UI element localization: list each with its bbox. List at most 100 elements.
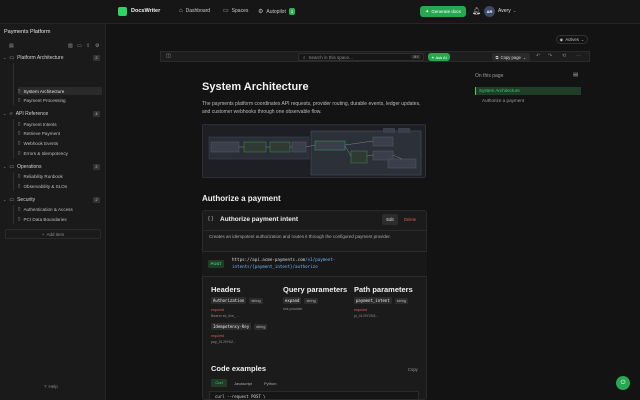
section-heading: Authorize a payment: [202, 194, 281, 203]
toc-item-authorize-payment[interactable]: Authorize a payment: [482, 98, 524, 103]
page-icon: ▯: [18, 88, 21, 93]
sidebar-item-label: PCI Data Boundaries: [23, 216, 67, 222]
generate-docs-button[interactable]: ✦ Generate docs: [420, 6, 466, 17]
sidebar-item-label: Retrieve Payment: [23, 130, 60, 136]
actives-dropdown[interactable]: ◉ Actives ⌄: [556, 35, 588, 44]
chevron-down-icon: ⌄: [3, 163, 7, 169]
sidebar-item-system-architecture[interactable]: ▯ System Architecture: [18, 87, 102, 95]
sidebar-item-payment-processing[interactable]: ▯ Payment Processing: [18, 96, 102, 104]
bell-icon[interactable]: 🔔︎: [472, 7, 481, 15]
nav-dashboard[interactable]: ⌂ Dashboard: [179, 8, 210, 14]
param-expand: expand string: [283, 297, 318, 304]
code-icon: ‹›: [9, 110, 13, 117]
sidebar-toggle-icon[interactable]: ◫: [166, 53, 171, 59]
toc-collapse-icon[interactable]: ▤: [573, 72, 578, 78]
sparkle-icon: ✦: [425, 8, 430, 15]
help-icon: ?: [44, 384, 47, 389]
more-icon[interactable]: ⋯: [576, 53, 581, 59]
user-name[interactable]: Avery: [498, 8, 511, 14]
diagram-node: [210, 141, 240, 153]
upload-icon[interactable]: ⇪: [86, 43, 90, 49]
sidebar-group-label: API Reference: [15, 110, 49, 117]
copy-code-button[interactable]: Copy: [408, 367, 418, 372]
edit-button[interactable]: Edit: [382, 214, 398, 225]
history-icon[interactable]: ⟲: [562, 53, 566, 59]
chevron-down-icon: ⌄: [3, 196, 7, 202]
sidebar-group-count: 2: [93, 196, 100, 203]
diagram-svg: [208, 128, 422, 176]
braces-icon: { }: [208, 216, 214, 222]
param-name: Authorization: [211, 297, 247, 304]
sidebar-item-pci-data-boundaries[interactable]: ▯ PCI Data Boundaries: [18, 215, 102, 223]
code-tab-python[interactable]: Python: [264, 381, 276, 386]
page-icon: ▯: [18, 97, 21, 102]
page-icon: ▯: [18, 140, 21, 145]
redo-icon[interactable]: ↷: [548, 53, 552, 59]
sidebar-item-label: Payment Processing: [23, 97, 66, 103]
search-placeholder: Search in this space...: [308, 54, 353, 60]
folder-icon: ▭: [9, 163, 15, 170]
ask-ai-label: Ask AI: [435, 54, 447, 60]
code-line: curl --request POST \: [215, 394, 266, 399]
help-link[interactable]: ? Help: [44, 384, 58, 389]
sidebar-group-label: Security: [17, 196, 36, 203]
sidebar-item-webhook-events[interactable]: ▯ Webhook Events: [18, 139, 102, 147]
avatar[interactable]: AR: [484, 6, 495, 17]
sidebar-group-label: Platform Architecture: [17, 54, 64, 61]
param-name: Idempotency-Key: [211, 323, 252, 330]
sidebar-item-payment-intents[interactable]: ▯ Payment Intents: [18, 120, 102, 128]
sidebar-item-reliability-runbook[interactable]: ▯ Reliability Runbook: [18, 172, 102, 180]
sidebar-item-label: Reliability Runbook: [23, 173, 63, 179]
sidebar-group-count: 2: [93, 163, 100, 170]
endpoint-title: Authorize payment intent: [220, 216, 299, 223]
delete-button[interactable]: Delete: [404, 217, 416, 222]
sidebar-item-observability-slos[interactable]: ▯ Observability & SLOs: [18, 182, 102, 190]
endpoint-url: https://api.acme-payments.com/v1/payment…: [232, 257, 362, 270]
new-page-icon[interactable]: ▧: [68, 43, 73, 49]
toc-title: On this page: [475, 73, 504, 79]
add-item-button[interactable]: + Add item: [5, 229, 101, 239]
sidebar-group-security[interactable]: ⌄ ▭ Security 2: [3, 195, 103, 204]
copy-page-button[interactable]: ⧉ Copy page ⌄: [492, 53, 530, 61]
tree-line: [13, 119, 14, 159]
diagram-node: [387, 158, 417, 169]
undo-icon[interactable]: ↶: [536, 53, 540, 59]
sidebar-group-api-reference[interactable]: ⌄ ‹› API Reference 4: [3, 109, 103, 118]
nav-dashboard-label: Dashboard: [185, 8, 211, 14]
search-input[interactable]: ⌕ Search in this space... ⌘K: [298, 53, 424, 61]
sidebar-item-label: Webhook Events: [23, 140, 59, 146]
ask-ai-button[interactable]: ✦ Ask AI: [428, 53, 450, 61]
sidebar-group-label: Operations: [17, 163, 42, 170]
sidebar-group-count: 4: [93, 110, 100, 117]
home-icon: ⌂: [179, 8, 183, 14]
assistant-fab-icon[interactable]: ⏻: [616, 376, 630, 390]
sidebar-group-platform-architecture[interactable]: ⌄ ▭ Platform Architecture 2: [3, 53, 103, 62]
page-intro: The payments platform coordinates API re…: [202, 101, 421, 115]
headers-title: Headers: [211, 285, 241, 294]
sidebar-item-errors-idempotency[interactable]: ▯ Errors & Idempotency: [18, 149, 102, 157]
app-name: DocsWriter: [131, 8, 161, 14]
sidebar-group-operations[interactable]: ⌄ ▭ Operations 2: [3, 162, 103, 171]
toc-item-system-architecture[interactable]: System Architecture: [475, 87, 581, 95]
code-tab-javascript[interactable]: Javascript: [234, 381, 252, 386]
diagram-node: [372, 150, 394, 161]
param-required: required: [354, 308, 368, 312]
chevron-down-icon[interactable]: ⌄: [513, 8, 516, 13]
param-example: pi_01J9Y2K8...: [354, 314, 379, 318]
nav-autopilot-label: Autopilot: [266, 8, 286, 15]
sidebar-item-authentication-access[interactable]: ▯ Authentication & Access: [18, 205, 102, 213]
param-example: pay_01J9Y6Z...: [211, 340, 237, 344]
nav-autopilot[interactable]: ⚙ Autopilot 3: [258, 8, 296, 15]
sidebar-item-label: Errors & Idempotency: [23, 150, 68, 156]
sidebar-item-retrieve-payment[interactable]: ▯ Retrieve Payment: [18, 129, 102, 137]
chevron-down-icon: ⌄: [580, 37, 585, 42]
collapse-icon[interactable]: ▤: [9, 43, 14, 49]
page-icon: ▯: [18, 183, 21, 188]
chevron-down-icon: ⌄: [522, 54, 527, 60]
nav-spaces[interactable]: ▭ Spaces: [223, 8, 248, 14]
settings-icon[interactable]: ⚙: [95, 43, 99, 49]
param-type: string: [304, 297, 318, 304]
code-tab-curl[interactable]: Curl: [211, 379, 227, 387]
new-folder-icon[interactable]: ▭: [77, 43, 82, 49]
param-type: string: [394, 297, 409, 304]
